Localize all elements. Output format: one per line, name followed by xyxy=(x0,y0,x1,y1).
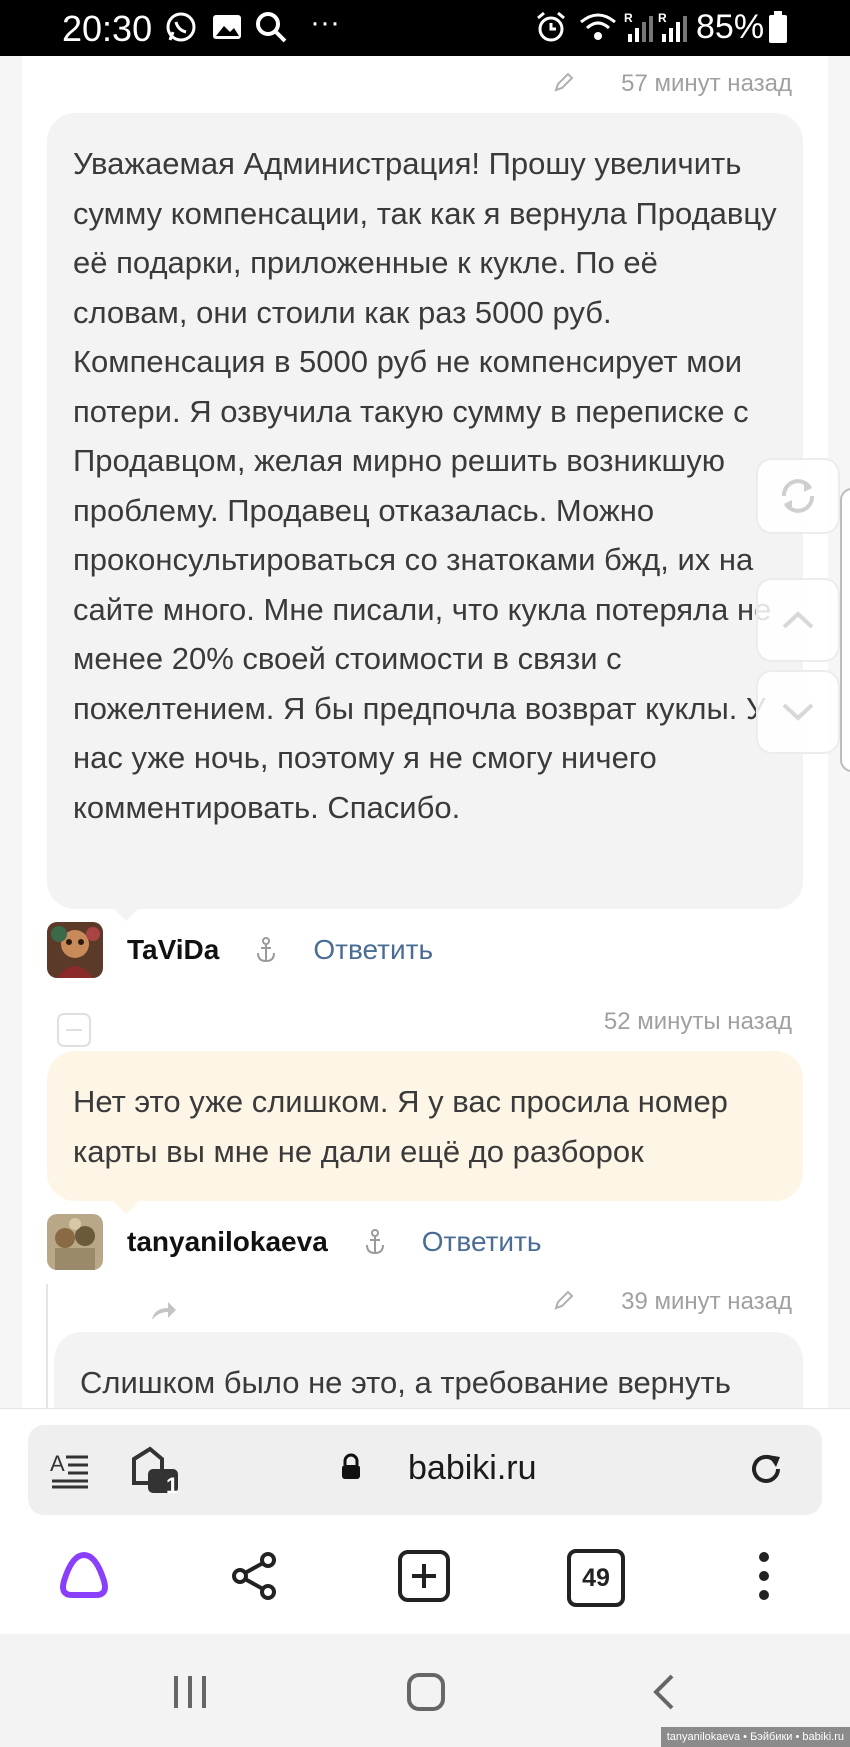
reader-mode-icon[interactable]: A xyxy=(50,1449,90,1489)
signal-r2-icon: R xyxy=(658,11,687,42)
lock-icon xyxy=(342,1453,360,1479)
signal-r-icon: R xyxy=(624,11,653,42)
comment-time: 57 минут назад xyxy=(621,70,792,97)
refresh-icon xyxy=(782,479,814,513)
bubble-tail xyxy=(112,907,140,921)
comment-bubble: Слишком было не это, а требование вернут… xyxy=(54,1332,803,1408)
comments-thread: 57 минут назад Уважаемая Администрация! … xyxy=(22,56,828,1408)
status-bar: 20:30 ··· R R 85% xyxy=(0,0,850,56)
tab-group-badge: 1 xyxy=(166,1473,179,1498)
search-icon xyxy=(256,12,287,43)
comment-author-row: tanyanilokaeva Ответить xyxy=(47,1214,541,1270)
web-page[interactable]: 57 минут назад Уважаемая Администрация! … xyxy=(0,56,850,1408)
refresh-comments-button[interactable] xyxy=(756,458,840,534)
tabs-count: 49 xyxy=(582,1563,610,1592)
svg-text:R: R xyxy=(624,11,633,25)
battery-icon xyxy=(769,11,787,43)
svg-text:R: R xyxy=(658,11,667,25)
watermark: tanyanilokaeva • Бэйбики • babiki.ru xyxy=(660,1727,850,1747)
comment-text: Слишком было не это, а требование вернут… xyxy=(80,1365,731,1400)
whatsapp-icon xyxy=(166,12,196,42)
alice-assistant-icon[interactable] xyxy=(56,1549,112,1601)
scrollbar-handle[interactable] xyxy=(840,488,850,772)
alarm-icon xyxy=(537,11,565,42)
bubble-tail xyxy=(112,1200,140,1214)
tabs-button[interactable]: 49 xyxy=(567,1549,625,1607)
more-notifications: ··· xyxy=(310,6,340,39)
reply-arrow-icon xyxy=(152,1302,176,1320)
comment-text: Нет это уже слишком. Я у вас просила ном… xyxy=(73,1084,728,1169)
back-icon[interactable] xyxy=(650,1672,678,1712)
collapse-icon[interactable] xyxy=(56,1012,92,1048)
scroll-down-button[interactable] xyxy=(756,670,840,754)
system-navigation-bar: tanyanilokaeva • Бэйбики • babiki.ru xyxy=(0,1634,850,1747)
anchor-link-icon[interactable] xyxy=(364,1229,386,1255)
chevron-down-icon xyxy=(782,703,814,721)
reply-button[interactable]: Ответить xyxy=(422,1226,542,1258)
reply-button[interactable]: Ответить xyxy=(313,934,433,966)
comment-author-row: TaViDa Ответить xyxy=(47,922,433,978)
reload-icon[interactable] xyxy=(746,1449,786,1489)
comment-time: 52 минуты назад xyxy=(603,1008,792,1035)
chevron-up-icon xyxy=(782,611,814,629)
status-time: 20:30 xyxy=(62,8,153,49)
scroll-up-button[interactable] xyxy=(756,578,840,662)
more-menu-icon[interactable] xyxy=(756,1549,772,1603)
anchor-link-icon[interactable] xyxy=(255,937,277,963)
svg-text:A: A xyxy=(50,1451,65,1476)
comment-text: Уважаемая Администрация! Прошу увеличить… xyxy=(73,146,777,825)
address-bar[interactable]: A 1 babiki.ru xyxy=(28,1425,822,1515)
share-icon[interactable] xyxy=(230,1551,278,1601)
recent-apps-icon[interactable] xyxy=(170,1674,210,1710)
new-tab-icon[interactable] xyxy=(397,1549,451,1603)
browser-toolbar: A 1 babiki.ru 49 xyxy=(0,1408,850,1635)
home-icon[interactable] xyxy=(406,1672,446,1712)
comment-bubble: Нет это уже слишком. Я у вас просила ном… xyxy=(47,1051,803,1201)
comment-time: 39 минут назад xyxy=(621,1288,792,1315)
avatar[interactable] xyxy=(47,1214,103,1270)
thread-line xyxy=(46,1284,48,1408)
author-name[interactable]: tanyanilokaeva xyxy=(127,1226,328,1258)
url-text[interactable]: babiki.ru xyxy=(408,1449,537,1488)
comment-bubble: Уважаемая Администрация! Прошу увеличить… xyxy=(47,113,803,909)
avatar[interactable] xyxy=(47,922,103,978)
author-name[interactable]: TaViDa xyxy=(127,934,219,966)
gallery-icon xyxy=(213,15,241,39)
wifi-icon xyxy=(580,13,616,40)
battery-percent: 85% xyxy=(696,8,765,46)
